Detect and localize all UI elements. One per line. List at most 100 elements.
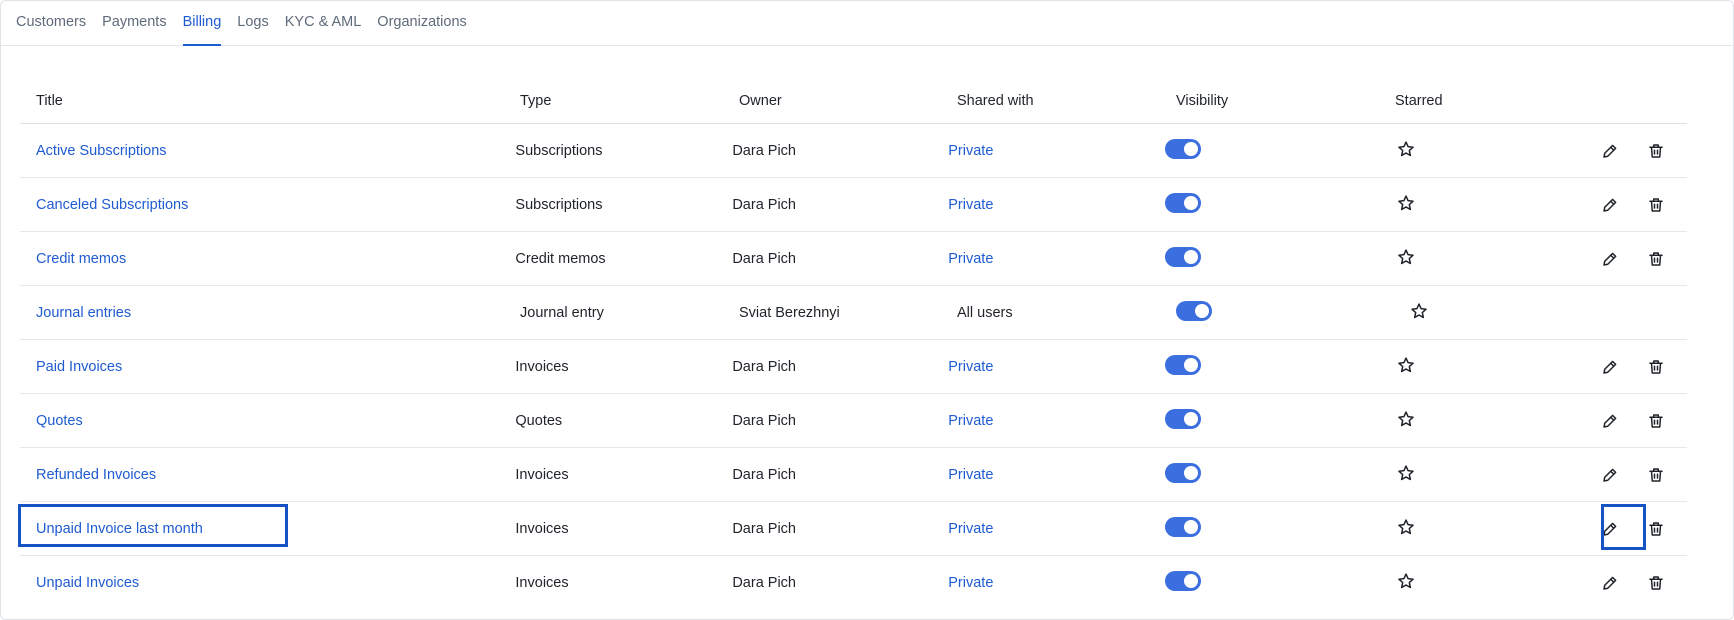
shared-with-value[interactable]: Private [948, 197, 993, 213]
table-row: Unpaid Invoice last month Invoices Dara … [18, 502, 1687, 556]
visibility-toggle[interactable] [1165, 516, 1202, 537]
table-header: Title Type Owner Shared with Visibility … [20, 78, 1687, 124]
view-title-link[interactable]: Canceled Subscriptions [36, 197, 188, 213]
shared-with-value[interactable]: Private [948, 359, 993, 375]
top-tabs: Customers Payments Billing Logs KYC & AM… [1, 1, 1733, 46]
view-title-link[interactable]: Unpaid Invoices [36, 575, 139, 591]
actions-cell [1599, 572, 1687, 594]
trash-icon[interactable] [1645, 140, 1667, 162]
owner-cell: Dara Pich [732, 358, 796, 375]
star-icon[interactable] [1396, 193, 1416, 213]
owner-cell: Dara Pich [732, 466, 796, 483]
tab-kyc-aml[interactable]: KYC & AML [285, 1, 362, 45]
actions-cell [1599, 464, 1687, 486]
visibility-toggle[interactable] [1165, 138, 1202, 159]
pencil-icon[interactable] [1599, 410, 1621, 432]
visibility-toggle[interactable] [1165, 246, 1202, 267]
shared-with-value[interactable]: Private [948, 143, 993, 159]
visibility-toggle[interactable] [1176, 300, 1212, 321]
star-icon[interactable] [1396, 409, 1416, 429]
tab-organizations[interactable]: Organizations [377, 1, 466, 45]
shared-with-value[interactable]: Private [948, 413, 993, 429]
table-row: Active Subscriptions Subscriptions Dara … [20, 124, 1687, 178]
visibility-cell [1165, 462, 1382, 487]
trash-icon[interactable] [1645, 356, 1667, 378]
table-row: Credit memos Credit memos Dara Pich Priv… [20, 232, 1687, 286]
type-cell: Subscriptions [515, 142, 603, 159]
view-title-link[interactable]: Paid Invoices [36, 359, 122, 375]
trash-icon[interactable] [1645, 194, 1667, 216]
table-row: Quotes Quotes Dara Pich Private [20, 394, 1687, 448]
owner-cell: Dara Pich [732, 520, 796, 537]
visibility-toggle[interactable] [1165, 354, 1202, 375]
trash-icon[interactable] [1645, 518, 1667, 540]
view-title-link[interactable]: Active Subscriptions [36, 143, 167, 159]
owner-cell: Dara Pich [732, 196, 796, 213]
pencil-icon[interactable] [1599, 518, 1621, 540]
table-row: Paid Invoices Invoices Dara Pich Private [20, 340, 1687, 394]
view-title-link[interactable]: Refunded Invoices [36, 467, 156, 483]
trash-icon[interactable] [1645, 410, 1667, 432]
star-icon[interactable] [1396, 571, 1416, 591]
shared-with-value[interactable]: Private [948, 521, 993, 537]
star-icon[interactable] [1396, 355, 1416, 375]
title-cell: Active Subscriptions [20, 143, 515, 159]
header-owner: Owner [739, 92, 782, 109]
type-cell: Credit memos [515, 250, 606, 267]
shared-with-value[interactable]: Private [948, 251, 993, 267]
pencil-icon[interactable] [1599, 140, 1621, 162]
actions-cell [1599, 140, 1687, 162]
pencil-icon[interactable] [1599, 572, 1621, 594]
star-icon[interactable] [1396, 139, 1416, 159]
starred-cell [1382, 193, 1599, 216]
visibility-toggle[interactable] [1165, 408, 1202, 429]
trash-icon[interactable] [1645, 248, 1667, 270]
type-cell: Subscriptions [515, 196, 603, 213]
trash-icon[interactable] [1645, 572, 1667, 594]
view-title-link[interactable]: Journal entries [36, 305, 131, 321]
shared-cell: Private [948, 575, 1165, 591]
visibility-toggle[interactable] [1165, 192, 1202, 213]
title-cell: Paid Invoices [20, 359, 515, 375]
visibility-cell [1165, 570, 1382, 595]
owner-cell: Dara Pich [732, 250, 796, 267]
star-icon[interactable] [1409, 301, 1429, 321]
trash-icon[interactable] [1645, 464, 1667, 486]
owner-cell: Dara Pich [732, 412, 796, 429]
view-title-link[interactable]: Quotes [36, 413, 83, 429]
star-icon[interactable] [1396, 517, 1416, 537]
pencil-icon[interactable] [1599, 356, 1621, 378]
star-icon[interactable] [1396, 463, 1416, 483]
tab-customers[interactable]: Customers [16, 1, 86, 45]
header-shared-with: Shared with [957, 92, 1034, 109]
actions-cell [1599, 356, 1687, 378]
visibility-cell [1165, 246, 1382, 271]
visibility-toggle[interactable] [1165, 570, 1202, 591]
views-table: Title Type Owner Shared with Visibility … [18, 78, 1687, 609]
shared-cell: Private [948, 467, 1165, 483]
type-cell: Journal entry [520, 304, 604, 321]
star-icon[interactable] [1396, 247, 1416, 267]
tab-logs[interactable]: Logs [237, 1, 268, 45]
pencil-icon[interactable] [1599, 194, 1621, 216]
visibility-toggle[interactable] [1165, 462, 1202, 483]
title-cell: Unpaid Invoices [20, 575, 515, 591]
header-visibility: Visibility [1176, 92, 1229, 109]
visibility-cell [1165, 138, 1382, 163]
owner-cell: Dara Pich [732, 142, 796, 159]
starred-cell [1382, 247, 1599, 270]
shared-cell: Private [948, 413, 1165, 429]
starred-cell [1382, 463, 1599, 486]
pencil-icon[interactable] [1599, 248, 1621, 270]
shared-with-value[interactable]: Private [948, 467, 993, 483]
shared-cell: Private [948, 359, 1165, 375]
type-cell: Invoices [515, 574, 569, 591]
tab-payments[interactable]: Payments [102, 1, 166, 45]
type-cell: Quotes [515, 412, 563, 429]
type-cell: Invoices [515, 358, 569, 375]
pencil-icon[interactable] [1599, 464, 1621, 486]
view-title-link[interactable]: Unpaid Invoice last month [36, 521, 203, 537]
view-title-link[interactable]: Credit memos [36, 251, 126, 267]
tab-billing[interactable]: Billing [182, 1, 221, 46]
shared-with-value[interactable]: Private [948, 575, 993, 591]
